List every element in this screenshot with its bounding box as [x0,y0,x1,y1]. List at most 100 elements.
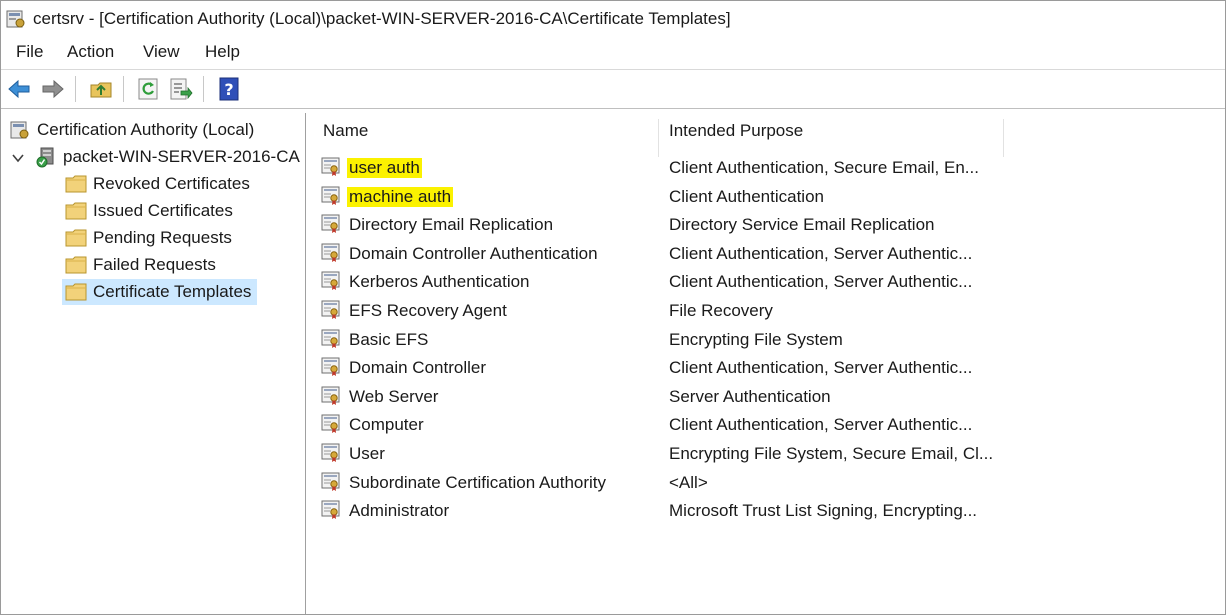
certificate-template-icon [321,500,340,520]
certificate-template-icon [321,271,340,291]
template-intended-purpose: Server Authentication [669,386,831,406]
svg-text:?: ? [224,80,233,99]
template-intended-purpose: Client Authentication, Secure Email, En.… [669,158,979,177]
certificate-template-icon [321,214,340,234]
folder-icon [65,202,87,220]
tree-item-label: Failed Requests [93,255,216,274]
certsrv-app-icon [6,10,25,28]
column-divider[interactable] [1003,119,1004,157]
table-row[interactable]: Domain Controller Authentication Client A… [313,240,1225,268]
table-row[interactable]: Basic EFS Encrypting File System [313,326,1225,354]
tree-item-failed[interactable]: Failed Requests [65,252,216,278]
table-row[interactable]: Administrator Microsoft Trust List Signin… [313,497,1225,525]
template-name: Administrator [349,501,450,521]
certificate-template-icon [321,443,340,462]
tree-item-label: Issued Certificates [93,201,233,220]
result-list: Name Intended Purpose user auth Client Au… [313,113,1225,614]
toolbar: ? [1,70,1225,109]
template-name: machine auth [347,186,454,207]
tree-ca-label: packet-WIN-SERVER-2016-CA [63,147,300,166]
certificate-template-icon [321,186,340,205]
console-tree: Certification Authority (Local) packet-W… [1,113,306,614]
toolbar-separator [75,76,76,102]
template-name: User [349,444,385,463]
tree-item-label: Revoked Certificates [93,174,250,193]
template-name: user auth [347,158,422,178]
certificate-template-icon [321,472,340,491]
forward-icon[interactable] [41,77,65,101]
template-intended-purpose: File Recovery [669,301,773,320]
template-intended-purpose: <All> [669,472,708,492]
certificate-template-icon [321,157,340,176]
template-intended-purpose: Directory Service Email Replication [669,215,935,235]
template-intended-purpose: Client Authentication, Server Authentic.… [669,358,973,378]
table-row[interactable]: EFS Recovery Agent File Recovery [313,297,1225,325]
table-row[interactable]: user auth Client Authentication, Secure E… [313,154,1225,182]
window-title: certsrv - [Certification Authority (Loca… [33,9,731,28]
template-name: Web Server [349,386,439,406]
template-name: Kerberos Authentication [349,272,530,292]
mmc-window: certsrv - [Certification Authority (Loca… [0,0,1226,615]
certsrv-icon [10,121,29,139]
menu-file[interactable]: File [14,42,45,62]
template-name: Directory Email Replication [349,215,554,235]
template-name: Domain Controller [349,358,486,378]
template-intended-purpose: Client Authentication [669,186,824,206]
table-row[interactable]: User Encrypting File System, Secure Email… [313,440,1225,468]
table-row[interactable]: Computer Client Authentication, Server Au… [313,411,1225,439]
table-row[interactable]: Kerberos Authentication Client Authentica… [313,268,1225,296]
certificate-template-icon [321,357,340,377]
refresh-icon[interactable] [137,77,161,101]
tree-item-revoked[interactable]: Revoked Certificates [65,171,250,197]
tree-item-label: Certificate Templates [93,282,252,301]
menu-action[interactable]: Action [65,42,116,62]
chevron-down-icon[interactable] [11,151,25,165]
template-name: EFS Recovery Agent [349,301,507,320]
column-header-intended-purpose[interactable]: Intended Purpose [669,121,803,141]
tree-ca-node[interactable]: packet-WIN-SERVER-2016-CA [35,144,300,170]
template-name: Domain Controller Authentication [349,243,598,263]
table-row[interactable]: machine auth Client Authentication [313,183,1225,211]
folder-icon [65,229,87,247]
template-name: Subordinate Certification Authority [349,472,607,492]
folder-icon [65,283,87,301]
menu-help[interactable]: Help [203,42,242,62]
tree-item-label: Pending Requests [93,228,232,247]
certificate-template-icon [321,300,340,319]
folder-icon [65,175,87,193]
template-name: Computer [349,415,424,435]
certificate-template-icon [321,329,340,348]
template-intended-purpose: Client Authentication, Server Authentic.… [669,243,973,263]
certificate-template-icon [321,386,340,405]
toolbar-separator [123,76,124,102]
template-intended-purpose: Microsoft Trust List Signing, Encrypting… [669,501,978,521]
tree-item-pending[interactable]: Pending Requests [65,225,232,251]
back-icon[interactable] [7,77,31,101]
template-intended-purpose: Client Authentication, Server Authentic.… [669,415,973,435]
toolbar-separator [203,76,204,102]
up-folder-icon[interactable] [89,77,113,101]
tree-item-certificate-templates[interactable]: Certificate Templates [62,279,258,305]
column-divider[interactable] [658,119,659,157]
certificate-template-icon [321,414,340,434]
ca-server-icon [36,147,54,168]
tree-root-ca-local[interactable]: Certification Authority (Local) [9,117,254,143]
menu-view[interactable]: View [141,42,182,62]
table-row[interactable]: Web Server Server Authentication [313,383,1225,411]
certificate-template-icon [321,243,340,262]
template-name: Basic EFS [349,329,429,349]
template-intended-purpose: Encrypting File System, Secure Email, Cl… [669,444,994,463]
export-list-icon[interactable] [169,77,193,101]
title-bar: certsrv - [Certification Authority (Loca… [1,1,1225,37]
template-intended-purpose: Encrypting File System [669,329,843,349]
tree-root-label: Certification Authority (Local) [37,120,255,139]
tree-item-issued[interactable]: Issued Certificates [65,198,233,224]
menu-bar: File Action View Help [1,37,1225,70]
table-row[interactable]: Directory Email Replication Directory Ser… [313,211,1225,239]
table-row[interactable]: Subordinate Certification Authority <All> [313,469,1225,497]
help-icon[interactable]: ? [217,77,241,101]
table-row[interactable]: Domain Controller Client Authentication, … [313,354,1225,382]
template-intended-purpose: Client Authentication, Server Authentic.… [669,272,973,292]
folder-icon [65,256,87,274]
column-header-name[interactable]: Name [323,121,368,141]
